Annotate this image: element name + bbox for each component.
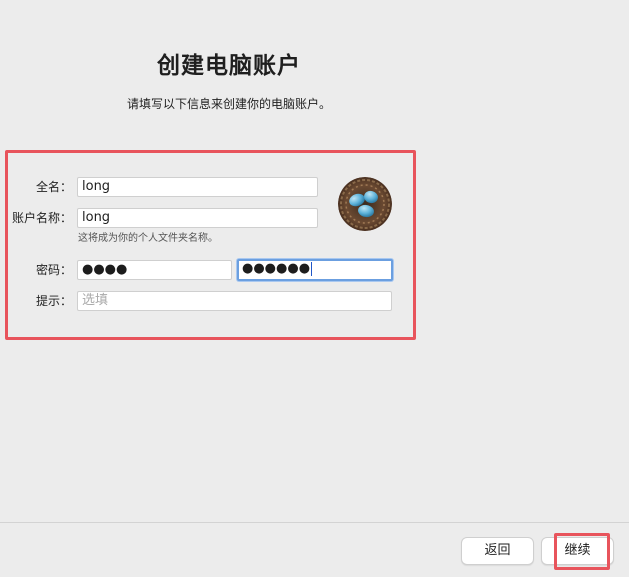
verify-password-field[interactable]: ●●●●●● <box>237 259 393 281</box>
password-field[interactable]: ●●●● <box>77 260 232 280</box>
text-caret <box>311 261 313 276</box>
back-button[interactable]: 返回 <box>461 537 534 565</box>
account-name-label: 账户名称： <box>11 211 72 225</box>
account-name-hint: 这将成为你的个人文件夹名称。 <box>78 233 218 244</box>
account-name-field[interactable]: long <box>77 208 318 228</box>
bird-eggs-in-nest-icon <box>338 177 392 231</box>
password-hint-field[interactable]: 选填 <box>77 291 392 311</box>
user-picture[interactable] <box>338 177 392 231</box>
page-subtitle: 请填写以下信息来创建你的电脑账户。 <box>126 97 331 111</box>
continue-highlight-box <box>554 533 610 570</box>
setup-assistant-window: 创建电脑账户 请填写以下信息来创建你的电脑账户。 全名： long 账户名称： … <box>0 0 629 577</box>
footer-divider <box>0 522 629 523</box>
password-label: 密码： <box>35 263 72 277</box>
full-name-field[interactable]: long <box>77 177 318 197</box>
verify-password-value: ●●●●●● <box>242 261 311 276</box>
password-hint-label: 提示： <box>35 294 72 308</box>
full-name-label: 全名： <box>35 180 72 194</box>
page-title: 创建电脑账户 <box>157 53 301 79</box>
